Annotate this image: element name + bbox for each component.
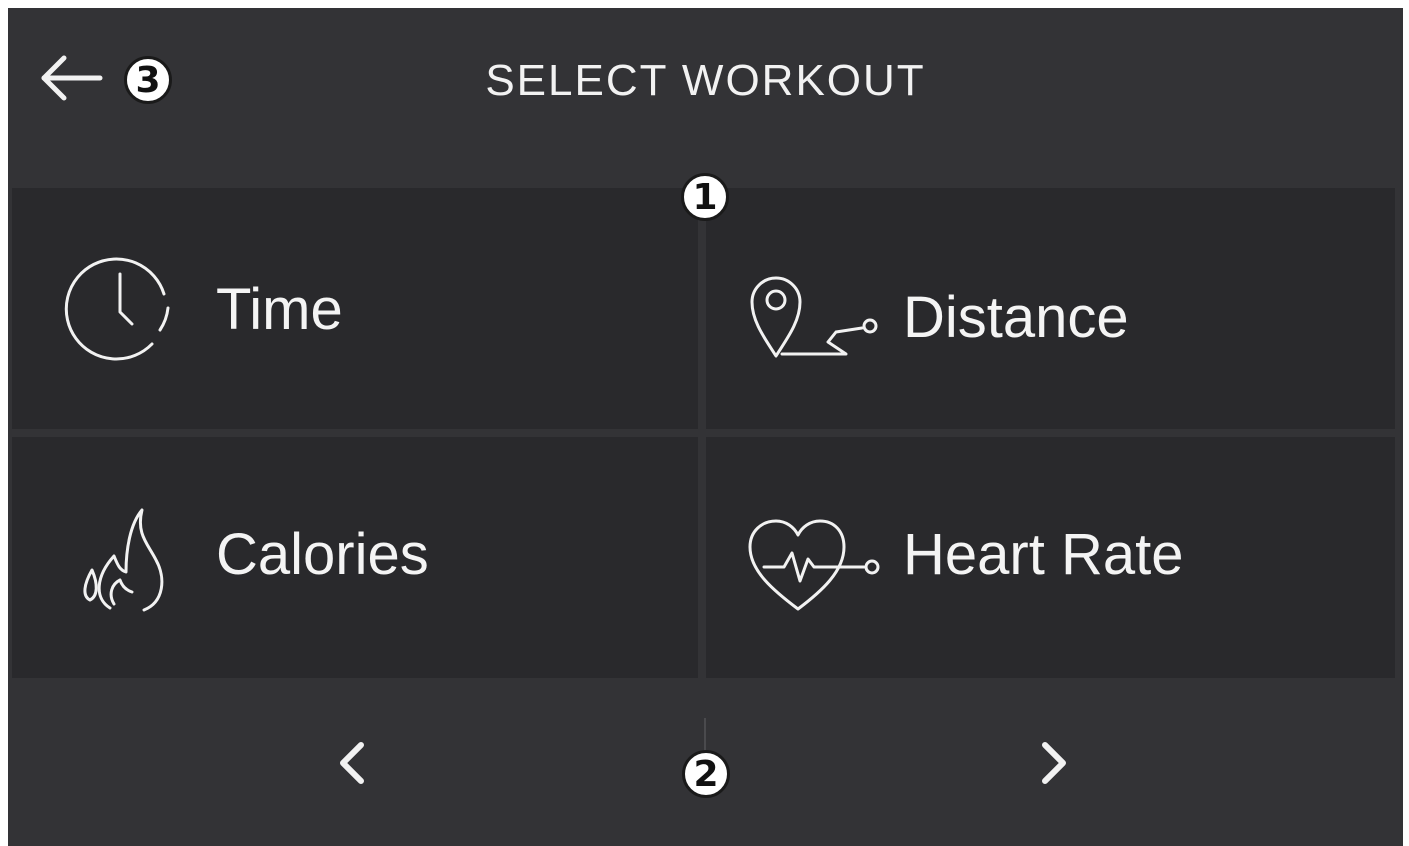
workout-tile-distance[interactable]: Distance xyxy=(706,188,1395,429)
workout-label-heart-rate: Heart Rate xyxy=(903,522,1184,587)
workout-label-distance: Distance xyxy=(903,285,1129,350)
workout-tile-time[interactable]: Time xyxy=(12,188,698,429)
callout-badge-2: 2 xyxy=(682,750,730,798)
chevron-left-icon xyxy=(340,742,364,784)
workout-label-time: Time xyxy=(216,277,343,342)
clock-icon xyxy=(64,257,170,361)
workout-tile-heart-rate[interactable]: Heart Rate xyxy=(706,437,1395,678)
workout-label-calories: Calories xyxy=(216,522,429,587)
callout-badge-3: 3 xyxy=(124,56,172,104)
next-page-button[interactable] xyxy=(1024,728,1084,798)
chevron-right-icon xyxy=(1042,742,1066,784)
location-route-icon xyxy=(750,276,878,358)
page-title: SELECT WORKOUT xyxy=(485,56,926,105)
callout-badge-1: 1 xyxy=(681,173,729,221)
workout-grid: Time Distance Calories Heart Rate xyxy=(12,188,1395,678)
workout-screen: SELECT WORKOUT 3 1 2 Time Distance Calor… xyxy=(8,8,1403,846)
workout-tile-calories[interactable]: Calories xyxy=(12,437,698,678)
flame-drop-icon xyxy=(83,508,164,612)
previous-page-button[interactable] xyxy=(322,728,382,798)
heart-pulse-icon xyxy=(748,519,880,611)
header: SELECT WORKOUT xyxy=(8,8,1403,180)
